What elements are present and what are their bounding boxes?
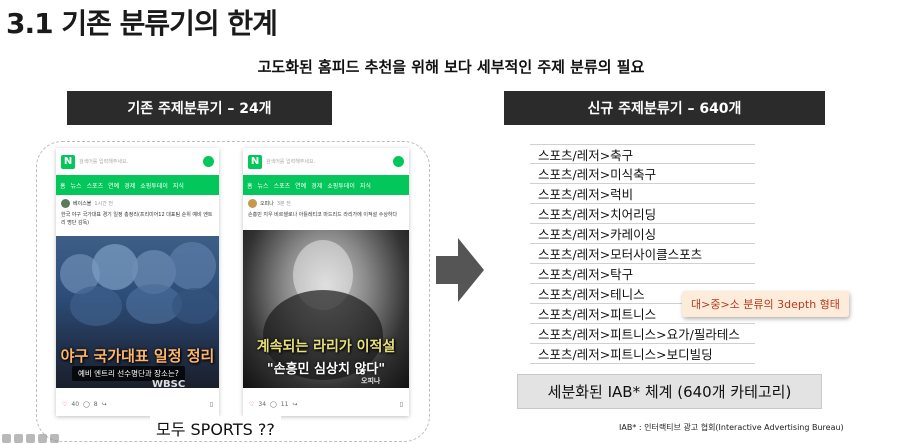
right-arrow-icon	[436, 238, 484, 302]
taxonomy-item: 스포츠/레저>피트니스>보디빌딩	[530, 344, 755, 364]
tab-entertainment[interactable]: 연예	[108, 181, 119, 190]
thumbnail-caption-sub: "손흥민 심상치 않다"	[266, 362, 386, 377]
like-count: 40	[71, 400, 80, 408]
comment-count: 8	[93, 400, 98, 408]
post-thumbnail[interactable]: 계속되는 라리가 이적설 "손흥민 심상치 않다" 오피나	[243, 230, 409, 388]
phone-mockup-football: N 검색어를 입력해주세요. 홈 뉴스 스포츠 연예 경제 쇼핑투데이 지식 오…	[243, 148, 409, 416]
thumbnail-caption-main: 야구 국가대표 일정 정리	[60, 347, 215, 365]
tab-knowledge[interactable]: 지식	[360, 181, 371, 190]
phone-mockup-baseball: N 검색어를 입력해주세요. 홈 뉴스 스포츠 연예 경제 쇼핑투데이 지식 베…	[56, 148, 219, 416]
tab-sports[interactable]: 스포츠	[274, 181, 291, 190]
tab-news[interactable]: 뉴스	[71, 181, 82, 190]
iab-taxonomy-label: 세분화된 IAB* 체계 (640개 카테고리)	[517, 374, 822, 409]
search-icon[interactable]	[393, 156, 404, 167]
depth-callout: 대>중>소 분류의 3depth 형태	[682, 291, 849, 317]
iab-footnote: IAB* : 인터랙티브 광고 협회(Interactive Advertisi…	[619, 423, 844, 432]
post-time: 3분 전	[276, 201, 291, 207]
taxonomy-item: 스포츠/레저>모터사이클스포츠	[530, 244, 755, 264]
naver-logo-icon: N	[248, 154, 262, 169]
grid-icon[interactable]	[26, 434, 35, 443]
post-actions: ♡ 34 ◯ 11 ↪ ▯	[243, 392, 409, 416]
pen-icon[interactable]	[14, 434, 23, 443]
share-icon[interactable]: ↪	[102, 401, 107, 408]
taxonomy-item: 스포츠/레저>축구	[530, 144, 755, 164]
heart-icon[interactable]: ♡	[62, 401, 67, 408]
like-count: 34	[258, 400, 267, 408]
feed-post[interactable]: 베이스볼 1시간 전 한국 야구 국가대표 경기 일정 총정리(프리미어12 대…	[56, 195, 219, 231]
tab-shopping[interactable]: 쇼핑투데이	[140, 181, 168, 190]
phone-tab-bar: 홈 뉴스 스포츠 연예 경제 쇼핑투데이 지식	[243, 175, 409, 195]
naver-logo-icon: N	[61, 154, 75, 169]
tab-home[interactable]: 홈	[247, 181, 253, 190]
phone-search-bar[interactable]: N 검색어를 입력해주세요.	[56, 148, 219, 175]
post-actions: ♡ 40 ◯ 8 ↪ ▯	[56, 392, 219, 416]
more-icon[interactable]	[50, 434, 59, 443]
new-classifier-header: 신규 주제분류기 – 640개	[504, 91, 825, 125]
taxonomy-item: 스포츠/레저>미식축구	[530, 164, 755, 184]
bookmark-icon[interactable]: ▯	[400, 401, 403, 408]
tab-entertainment[interactable]: 연예	[295, 181, 306, 190]
comment-icon[interactable]: ◯	[83, 401, 90, 408]
avatar	[61, 199, 70, 208]
post-thumbnail[interactable]: 야구 국가대표 일정 정리 예비 엔트리 선수명단과 장소는? WBSC	[56, 236, 219, 388]
tab-home[interactable]: 홈	[60, 181, 66, 190]
slide-subtitle: 고도화된 홈피드 추천을 위해 보다 세부적인 주제 분류의 필요	[257, 58, 645, 76]
phone-search-placeholder: 검색어를 입력해주세요.	[266, 159, 316, 165]
post-text: 손흥민 지우 비르셀로나 아틀레티코 마드리드 라리가에 이적설 수상하다	[248, 212, 398, 218]
comment-icon[interactable]: ◯	[270, 401, 277, 408]
search-icon[interactable]	[203, 156, 214, 167]
comment-count: 11	[280, 400, 289, 408]
legacy-classifier-header: 기존 주제분류기 – 24개	[67, 91, 332, 125]
post-author: 오피나	[260, 201, 274, 207]
presentation-controls	[2, 434, 59, 443]
tab-economy[interactable]: 경제	[311, 181, 322, 190]
post-time: 1시간 전	[94, 201, 113, 207]
zoom-icon[interactable]	[38, 434, 47, 443]
taxonomy-item: 스포츠/레저>치어리딩	[530, 204, 755, 224]
tab-shopping[interactable]: 쇼핑투데이	[327, 181, 355, 190]
tab-knowledge[interactable]: 지식	[173, 181, 184, 190]
post-text: 한국 야구 국가대표 경기 일정 총정리(프리미어12 대표팀 순위 예비 엔트…	[61, 212, 213, 226]
thumbnail-watermark: 오피나	[361, 377, 381, 385]
post-author: 베이스볼	[73, 201, 92, 207]
phone-tab-bar: 홈 뉴스 스포츠 연예 경제 쇼핑투데이 지식	[56, 175, 219, 195]
taxonomy-item: 스포츠/레저>카레이싱	[530, 224, 755, 244]
phone-search-bar[interactable]: N 검색어를 입력해주세요.	[243, 148, 409, 175]
tab-news[interactable]: 뉴스	[258, 181, 269, 190]
feed-post[interactable]: 오피나 3분 전 손흥민 지우 비르셀로나 아틀레티코 마드리드 라리가에 이적…	[243, 195, 409, 231]
avatar	[248, 199, 257, 208]
prev-slide-icon[interactable]	[2, 434, 11, 443]
taxonomy-item: 스포츠/레저>피트니스>요가/필라테스	[530, 324, 755, 344]
all-sports-question: 모두 SPORTS ??	[150, 416, 281, 440]
thumbnail-watermark: WBSC	[152, 379, 186, 388]
taxonomy-list: 스포츠/레저>축구 스포츠/레저>미식축구 스포츠/레저>럭비 스포츠/레저>치…	[530, 144, 755, 364]
taxonomy-item: 스포츠/레저>탁구	[530, 264, 755, 284]
slide-title: 3.1 기존 분류기의 한계	[6, 7, 278, 40]
tab-sports[interactable]: 스포츠	[87, 181, 104, 190]
heart-icon[interactable]: ♡	[249, 401, 254, 408]
tab-economy[interactable]: 경제	[124, 181, 135, 190]
bookmark-icon[interactable]: ▯	[210, 401, 213, 408]
thumbnail-caption-main: 계속되는 라리가 이적설	[256, 339, 396, 355]
taxonomy-item: 스포츠/레저>럭비	[530, 184, 755, 204]
share-icon[interactable]: ↪	[292, 401, 297, 408]
phone-search-placeholder: 검색어를 입력해주세요.	[79, 159, 129, 165]
